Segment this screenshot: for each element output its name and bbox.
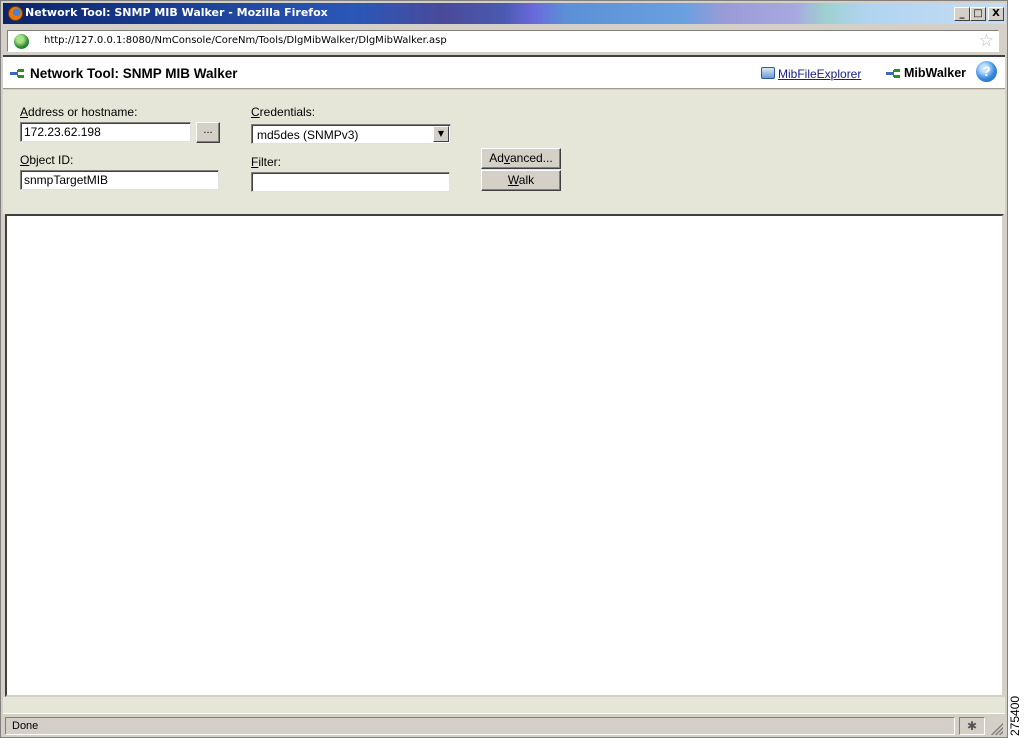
address-label: Address or hostname: [20, 105, 138, 119]
star-icon[interactable]: ☆ [979, 31, 994, 51]
resize-grip[interactable] [991, 723, 1003, 735]
object-id-input[interactable]: snmpTargetMIB [20, 170, 219, 190]
page-header: Network Tool: SNMP MIB Walker MibFileExp… [3, 57, 1005, 89]
walker-form: Address or hostname: 172.23.62.198 ... C… [3, 90, 1005, 214]
maximize-button[interactable]: □ [970, 7, 986, 21]
advanced-button[interactable]: Advanced... [481, 148, 561, 169]
credentials-value: md5des (SNMPv3) [257, 128, 359, 142]
results-footer [3, 697, 1005, 713]
network-tool-icon [10, 68, 26, 80]
minimize-button[interactable]: _ [954, 7, 970, 21]
status-icon[interactable]: ✱ [959, 717, 985, 735]
site-identity-icon[interactable] [14, 34, 29, 49]
network-tool-icon [886, 68, 902, 80]
address-input[interactable]: 172.23.62.198 [20, 122, 191, 142]
browser-window: Network Tool: SNMP MIB Walker - Mozilla … [0, 0, 1008, 738]
credentials-select[interactable]: md5des (SNMPv3) ▼ [251, 124, 451, 144]
mib-walker-label: MibWalker [904, 66, 967, 80]
results-pane[interactable] [5, 214, 1004, 697]
url-text[interactable]: http://127.0.0.1:8080/NmConsole/CoreNm/T… [44, 35, 447, 46]
figure-id: 275400 [1008, 695, 1022, 736]
address-bar[interactable]: http://127.0.0.1:8080/NmConsole/CoreNm/T… [7, 30, 999, 52]
filter-input[interactable] [251, 172, 450, 192]
title-bar[interactable]: Network Tool: SNMP MIB Walker - Mozilla … [3, 3, 1005, 24]
page-title: Network Tool: SNMP MIB Walker [30, 66, 238, 81]
help-icon[interactable]: ? [976, 61, 997, 82]
close-button[interactable]: X [988, 7, 1004, 21]
window-title: Network Tool: SNMP MIB Walker - Mozilla … [25, 6, 328, 19]
firefox-icon [8, 6, 23, 21]
chevron-down-icon[interactable]: ▼ [433, 126, 449, 142]
mib-file-explorer-link[interactable]: MibFileExplorer [778, 67, 861, 81]
mib-file-explorer-icon[interactable] [761, 67, 775, 79]
credentials-label: Credentials: [251, 105, 316, 119]
status-text: Done [5, 717, 955, 735]
object-id-label: Object ID: [20, 153, 74, 167]
status-bar: Done ✱ [3, 713, 1005, 737]
walk-button[interactable]: Walk [481, 170, 561, 191]
filter-label: Filter: [251, 155, 282, 169]
browse-address-button[interactable]: ... [196, 122, 220, 143]
